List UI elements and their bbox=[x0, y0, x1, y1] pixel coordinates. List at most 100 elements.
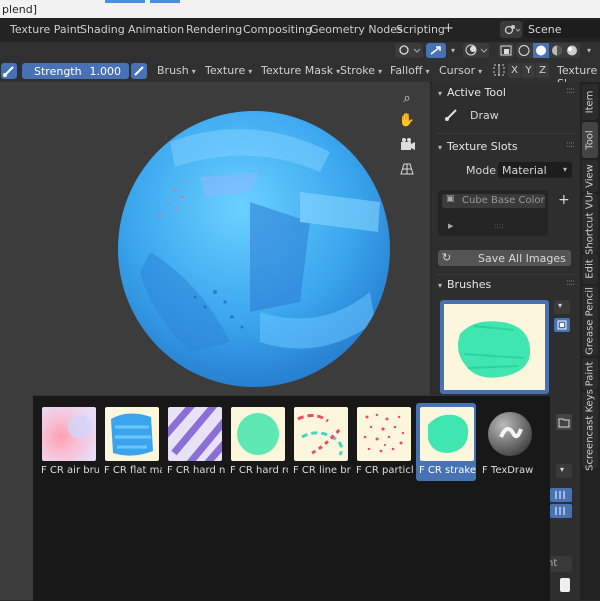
titlebar-highlight-2 bbox=[150, 0, 180, 3]
tab-screencast-keys[interactable]: Screencast Keys bbox=[582, 389, 598, 471]
snap-toggle-button[interactable] bbox=[395, 43, 423, 58]
texture-slots-panel-header[interactable]: ▾ Texture Slots bbox=[438, 140, 518, 153]
falloff-menu[interactable]: Falloff ▾ bbox=[390, 64, 430, 77]
pressure-toggle-2[interactable] bbox=[550, 504, 572, 518]
add-slot-icon[interactable]: + bbox=[558, 192, 570, 208]
tab-shortcut-vur[interactable]: Shortcut VUr bbox=[582, 191, 598, 255]
xray-icon bbox=[500, 45, 512, 56]
workspace-tabs-bar: Texture Paint Shading Animation Renderin… bbox=[0, 18, 600, 42]
mode-label: Mode bbox=[466, 164, 496, 177]
active-brush-preview[interactable] bbox=[440, 300, 549, 394]
brush-item[interactable]: F CR hard n ... bbox=[164, 403, 225, 481]
texdraw-thumbnail bbox=[483, 407, 537, 461]
tab-geometry-nodes[interactable]: Geometry Nodes bbox=[310, 23, 403, 36]
scene-name-field[interactable]: Scene bbox=[524, 21, 600, 38]
active-tool-panel-header[interactable]: ▾ Active Tool bbox=[438, 86, 506, 99]
brush-item[interactable]: F CR hard ro... bbox=[227, 403, 288, 481]
gizmo-dropdown-icon[interactable]: ▾ bbox=[448, 43, 455, 56]
texture-slot-list[interactable]: ▣ Cube Base Color ▶ :::: bbox=[438, 190, 548, 236]
overlay-icon bbox=[465, 44, 488, 56]
cursor-menu[interactable]: Cursor ▾ bbox=[439, 64, 482, 77]
strength-label: Strength bbox=[34, 65, 82, 78]
xray-toggle-button[interactable] bbox=[498, 43, 514, 58]
tab-item[interactable]: Item bbox=[582, 84, 598, 120]
panel-drag-handle[interactable]: :::: bbox=[566, 86, 575, 96]
strength-slider[interactable]: Strength 1.000 bbox=[22, 63, 129, 79]
tab-paint[interactable]: Paint bbox=[582, 358, 598, 390]
texture-slot-name: Cube Base Color bbox=[462, 195, 545, 206]
tab-compositing[interactable]: Compositing bbox=[243, 23, 312, 36]
brush-picker-popup: F CR air brush F CR flat mar... F CR har… bbox=[33, 395, 550, 601]
scene-selector-button[interactable] bbox=[500, 21, 522, 38]
brush-browse-dropdown[interactable]: ▾ bbox=[554, 300, 570, 314]
mirror-icon bbox=[492, 63, 506, 80]
mirror-x-toggle[interactable]: X bbox=[508, 63, 521, 78]
brush-fake-user-icon[interactable] bbox=[554, 318, 570, 332]
mode-select[interactable]: Material ▾ bbox=[498, 162, 572, 178]
brush-label: F CR hard n ... bbox=[167, 465, 225, 476]
flat-marker-thumbnail bbox=[105, 407, 159, 461]
brushes-panel-header[interactable]: ▾ Brushes bbox=[438, 278, 491, 291]
pan-hand-icon[interactable]: ✋ bbox=[396, 110, 418, 132]
window-titlebar: plend] bbox=[0, 0, 600, 18]
tab-texture-paint[interactable]: Texture Paint bbox=[10, 23, 81, 36]
view-icon bbox=[399, 45, 421, 55]
texture-slot-item[interactable]: ▣ Cube Base Color bbox=[442, 194, 545, 208]
tab-grease-pencil[interactable]: Grease Pencil bbox=[582, 286, 598, 356]
draw-tool-icon[interactable] bbox=[444, 106, 460, 125]
particles-thumbnail bbox=[357, 407, 411, 461]
camera-icon[interactable] bbox=[396, 134, 418, 156]
strake-thumbnail bbox=[420, 407, 474, 461]
tab-shading[interactable]: Shading bbox=[80, 23, 125, 36]
gizmo-toggle-button[interactable] bbox=[426, 43, 446, 58]
divider bbox=[436, 274, 576, 275]
window-title: plend] bbox=[2, 3, 38, 16]
gizmo-icon bbox=[430, 46, 441, 55]
list-resize-handle[interactable]: :::: bbox=[494, 222, 503, 230]
tab-tool[interactable]: Tool bbox=[582, 122, 598, 158]
panel-drag-handle[interactable]: :::: bbox=[566, 278, 575, 288]
pressure-toggle-1[interactable] bbox=[550, 488, 572, 502]
brush-label: F CR flat mar... bbox=[104, 465, 162, 476]
mirror-y-toggle[interactable]: Y bbox=[522, 63, 535, 78]
brush-item[interactable]: F CR air brush bbox=[38, 403, 99, 481]
tab-scripting[interactable]: Scripting bbox=[396, 23, 445, 36]
brush-label: F CR air brush bbox=[41, 465, 99, 476]
panel-drag-handle[interactable]: :::: bbox=[566, 140, 575, 150]
shading-mode-group[interactable] bbox=[516, 43, 580, 58]
tab-edit[interactable]: Edit bbox=[582, 254, 598, 284]
strake-brush-thumbnail bbox=[444, 304, 545, 390]
brush-label: F CR line bre... bbox=[293, 465, 351, 476]
brush-menu[interactable]: Brush ▾ bbox=[157, 64, 196, 77]
save-all-images-button[interactable]: ↻ Save All Images bbox=[438, 250, 571, 266]
line-break-thumbnail bbox=[294, 407, 348, 461]
brush-item-selected[interactable]: F CR strake bbox=[416, 403, 476, 481]
pressure-strength-button[interactable] bbox=[131, 63, 147, 79]
scene-icon bbox=[504, 25, 521, 35]
brush-item[interactable]: F TexDraw bbox=[479, 403, 539, 481]
list-expand-icon[interactable]: ▶ bbox=[448, 222, 453, 230]
shading-icons bbox=[518, 43, 577, 58]
tab-rendering[interactable]: Rendering bbox=[186, 23, 242, 36]
tab-animation[interactable]: Animation bbox=[128, 23, 184, 36]
grid-perspective-icon[interactable] bbox=[396, 158, 418, 180]
brush-item[interactable]: F CR flat mar... bbox=[101, 403, 162, 481]
texture-mask-menu[interactable]: Texture Mask ▾ bbox=[261, 64, 340, 77]
tool-settings-header: Strength 1.000 Brush ▾ Texture ▾ Texture M… bbox=[0, 60, 600, 90]
add-workspace-icon[interactable]: + bbox=[443, 21, 454, 36]
brush-color-button[interactable] bbox=[1, 63, 17, 79]
scroll-handle[interactable] bbox=[560, 578, 570, 592]
tab-view[interactable]: View bbox=[582, 160, 598, 192]
hard-round-thumbnail bbox=[231, 407, 285, 461]
zoom-icon[interactable]: ⌕ bbox=[396, 88, 418, 110]
shading-dropdown-icon[interactable]: ▾ bbox=[584, 43, 591, 56]
brush-label: F CR hard ro... bbox=[230, 465, 288, 476]
brush-item[interactable]: F CR particles bbox=[353, 403, 414, 481]
settings-dropdown[interactable]: ▾ bbox=[556, 464, 572, 478]
texture-menu[interactable]: Texture ▾ bbox=[205, 64, 252, 77]
brush-item[interactable]: F CR line bre... bbox=[290, 403, 351, 481]
stroke-menu[interactable]: Stroke ▾ bbox=[340, 64, 382, 77]
folder-icon[interactable] bbox=[556, 414, 572, 430]
overlay-toggle-button[interactable] bbox=[463, 43, 489, 58]
mirror-z-toggle[interactable]: Z bbox=[536, 63, 549, 78]
